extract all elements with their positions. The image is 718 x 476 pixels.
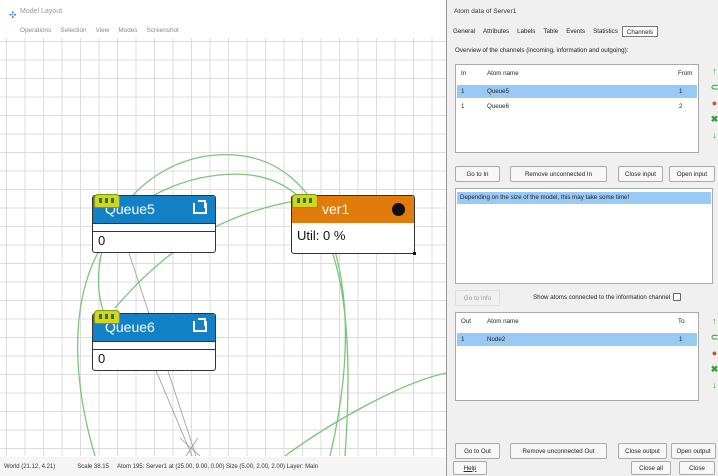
tab-table[interactable]: Table (539, 26, 562, 37)
remove-unconnected-out-button[interactable]: Remove unconnected Out (510, 443, 607, 459)
open-input-button[interactable]: Open input (669, 166, 715, 182)
status-bar: World (21.12, 4.21) Scale 38.15 Atom 195… (0, 457, 446, 476)
atom-data-panel: Atom data of Server1 General Attributes … (446, 0, 718, 476)
table-header: In Atom name From (456, 65, 698, 80)
atom-server1-name: ver1 (322, 201, 350, 217)
row-to: 1 (679, 336, 683, 343)
tab-attributes[interactable]: Attributes (479, 26, 513, 37)
table-row[interactable]: 1 Node2 1 (457, 333, 697, 346)
arrow-down-icon[interactable]: ↓ (710, 380, 718, 390)
atom-separator (93, 341, 215, 349)
help-button[interactable]: Help (453, 461, 487, 475)
go-to-out-button[interactable]: Go to Out (455, 443, 500, 459)
crown-icon (94, 194, 120, 208)
row-atom-name: Queue5 (487, 88, 510, 95)
status-world-coords: World (21.12, 4.21) (4, 463, 56, 470)
close-input-button[interactable]: Close input (618, 166, 663, 182)
row-from: 1 (679, 88, 683, 95)
col-atom-name: Atom name (487, 318, 519, 325)
go-to-info-button[interactable]: Go to Info (455, 290, 500, 306)
menu-selection[interactable]: Selection (60, 25, 86, 37)
arrow-up-icon[interactable]: ↑ (710, 316, 718, 326)
model-layout-window: ✣ Model Layout Operations Selection View… (0, 0, 446, 476)
menu-modes[interactable]: Modes (118, 25, 137, 37)
col-in: In (461, 70, 467, 77)
link-icon[interactable]: ⊂ (710, 82, 718, 92)
col-out: Out (461, 318, 471, 325)
resize-handle[interactable] (413, 252, 416, 255)
delete-link-icon[interactable]: ● (710, 348, 718, 358)
atom-queue6-value: 0 (93, 349, 215, 370)
swap-icon[interactable]: ✖ (710, 364, 718, 374)
atom-queue5-value: 0 (93, 231, 215, 252)
row-atom-name: Node2 (487, 336, 506, 343)
close-button[interactable]: Close (679, 461, 715, 475)
overview-label: Overview of the channels (incoming, info… (455, 47, 629, 54)
connection-line (154, 367, 193, 456)
connection-arc (284, 372, 446, 456)
table-row[interactable]: 1 Queue5 1 (457, 85, 697, 98)
atom-server1-value: Util: 0 % (297, 228, 346, 243)
tab-labels[interactable]: Labels (513, 26, 539, 37)
tab-general[interactable]: General (449, 26, 479, 37)
menu-bar: Operations Selection View Modes Screensh… (0, 25, 446, 37)
go-to-in-button[interactable]: Go to In (455, 166, 500, 182)
arrow-up-icon[interactable]: ↑ (710, 66, 718, 76)
atom-separator (93, 223, 215, 231)
row-number: 1 (461, 336, 465, 343)
tab-bar: General Attributes Labels Table Events S… (449, 26, 659, 37)
out-channel-table: Out Atom name To 1 Node2 1 (455, 312, 699, 401)
col-atom-name: Atom name (487, 70, 519, 77)
table-header: Out Atom name To (456, 313, 698, 328)
in-channel-table: In Atom name From 1 Queue5 1 1 Queue6 2 (455, 64, 699, 153)
close-output-button[interactable]: Close output (618, 443, 667, 459)
row-from: 2 (679, 103, 683, 110)
row-atom-name: Queue6 (487, 103, 510, 110)
remove-unconnected-in-button[interactable]: Remove unconnected In (510, 166, 607, 182)
info-message: Depending on the size of the model, this… (457, 192, 711, 204)
info-channel-area: Depending on the size of the model, this… (455, 188, 713, 284)
tab-channels[interactable]: Channels (621, 26, 659, 37)
row-number: 1 (461, 103, 465, 110)
tab-statistics[interactable]: Statistics (589, 26, 622, 37)
crown-icon (94, 310, 120, 324)
link-icon[interactable]: ⊂ (710, 332, 718, 342)
col-to: To (678, 318, 685, 325)
crown-icon (292, 194, 318, 208)
close-all-button[interactable]: Close all (631, 461, 671, 475)
col-from: From (678, 70, 693, 77)
arrow-down-icon[interactable]: ↓ (710, 130, 718, 140)
show-atoms-toggle[interactable]: Show atoms connected to the information … (533, 293, 682, 301)
queue-icon (193, 200, 207, 214)
open-output-button[interactable]: Open output (671, 443, 716, 459)
swap-icon[interactable]: ✖ (710, 114, 718, 124)
tab-events[interactable]: Events (562, 26, 589, 37)
show-atoms-checkbox[interactable] (673, 293, 682, 301)
connection-line (179, 437, 201, 456)
row-number: 1 (461, 88, 465, 95)
window-title: Model Layout (20, 7, 63, 15)
show-atoms-label: Show atoms connected to the information … (533, 293, 671, 301)
queue-icon (193, 318, 207, 332)
menu-view[interactable]: View (96, 25, 110, 37)
table-row[interactable]: 1 Queue6 2 (457, 100, 697, 113)
delete-link-icon[interactable]: ● (710, 98, 718, 108)
menu-operations[interactable]: Operations (20, 25, 51, 37)
panel-title: Atom data of Server1 (454, 8, 517, 15)
menu-screenshot[interactable]: Screenshot (147, 25, 179, 37)
server-icon (392, 203, 405, 216)
model-canvas[interactable]: Queue5 0 ver1 Util: 0 % Queue6 0 (0, 38, 446, 456)
status-atom-info: Atom 195: Server1 at (25.00, 9.00, 0.00)… (116, 463, 319, 470)
app-root: ✣ Model Layout Operations Selection View… (0, 0, 718, 476)
status-scale: Scale 38.15 (77, 463, 109, 470)
